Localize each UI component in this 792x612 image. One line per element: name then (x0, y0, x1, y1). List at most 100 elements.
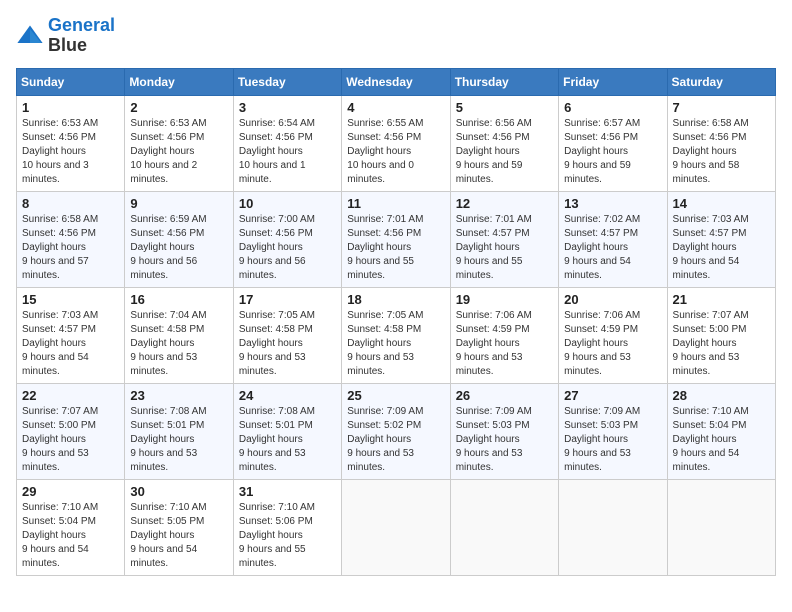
calendar-day-cell: 14 Sunrise: 7:03 AM Sunset: 4:57 PM Dayl… (667, 191, 775, 287)
day-info: Sunrise: 7:07 AM Sunset: 5:00 PM Dayligh… (22, 405, 119, 475)
day-number: 14 (673, 196, 770, 211)
day-info: Sunrise: 6:59 AM Sunset: 4:56 PM Dayligh… (130, 213, 227, 283)
day-info: Sunrise: 7:03 AM Sunset: 4:57 PM Dayligh… (22, 309, 119, 379)
day-number: 24 (239, 388, 336, 403)
calendar-day-cell: 12 Sunrise: 7:01 AM Sunset: 4:57 PM Dayl… (450, 191, 558, 287)
calendar-day-cell: 16 Sunrise: 7:04 AM Sunset: 4:58 PM Dayl… (125, 287, 233, 383)
calendar-day-cell (450, 479, 558, 575)
day-number: 12 (456, 196, 553, 211)
calendar-day-cell: 31 Sunrise: 7:10 AM Sunset: 5:06 PM Dayl… (233, 479, 341, 575)
day-number: 13 (564, 196, 661, 211)
day-info: Sunrise: 7:04 AM Sunset: 4:58 PM Dayligh… (130, 309, 227, 379)
calendar-day-cell: 19 Sunrise: 7:06 AM Sunset: 4:59 PM Dayl… (450, 287, 558, 383)
day-info: Sunrise: 7:05 AM Sunset: 4:58 PM Dayligh… (239, 309, 336, 379)
day-number: 18 (347, 292, 444, 307)
day-number: 1 (22, 100, 119, 115)
day-number: 20 (564, 292, 661, 307)
day-number: 23 (130, 388, 227, 403)
day-info: Sunrise: 7:09 AM Sunset: 5:03 PM Dayligh… (564, 405, 661, 475)
calendar-week-row: 8 Sunrise: 6:58 AM Sunset: 4:56 PM Dayli… (17, 191, 776, 287)
day-number: 25 (347, 388, 444, 403)
calendar-day-cell: 1 Sunrise: 6:53 AM Sunset: 4:56 PM Dayli… (17, 95, 125, 191)
calendar-day-cell: 30 Sunrise: 7:10 AM Sunset: 5:05 PM Dayl… (125, 479, 233, 575)
calendar-day-cell (559, 479, 667, 575)
weekday-header-cell: Tuesday (233, 68, 341, 95)
day-info: Sunrise: 6:57 AM Sunset: 4:56 PM Dayligh… (564, 117, 661, 187)
day-info: Sunrise: 6:54 AM Sunset: 4:56 PM Dayligh… (239, 117, 336, 187)
day-info: Sunrise: 6:55 AM Sunset: 4:56 PM Dayligh… (347, 117, 444, 187)
calendar-day-cell: 20 Sunrise: 7:06 AM Sunset: 4:59 PM Dayl… (559, 287, 667, 383)
day-info: Sunrise: 7:06 AM Sunset: 4:59 PM Dayligh… (564, 309, 661, 379)
day-info: Sunrise: 6:56 AM Sunset: 4:56 PM Dayligh… (456, 117, 553, 187)
weekday-header-cell: Saturday (667, 68, 775, 95)
day-info: Sunrise: 7:07 AM Sunset: 5:00 PM Dayligh… (673, 309, 770, 379)
calendar-day-cell: 6 Sunrise: 6:57 AM Sunset: 4:56 PM Dayli… (559, 95, 667, 191)
logo: General Blue (16, 16, 115, 56)
day-number: 3 (239, 100, 336, 115)
calendar-day-cell: 27 Sunrise: 7:09 AM Sunset: 5:03 PM Dayl… (559, 383, 667, 479)
day-info: Sunrise: 6:58 AM Sunset: 4:56 PM Dayligh… (673, 117, 770, 187)
weekday-header-cell: Friday (559, 68, 667, 95)
day-info: Sunrise: 7:10 AM Sunset: 5:06 PM Dayligh… (239, 501, 336, 571)
calendar-day-cell: 18 Sunrise: 7:05 AM Sunset: 4:58 PM Dayl… (342, 287, 450, 383)
calendar-body: 1 Sunrise: 6:53 AM Sunset: 4:56 PM Dayli… (17, 95, 776, 575)
day-number: 15 (22, 292, 119, 307)
calendar-day-cell: 17 Sunrise: 7:05 AM Sunset: 4:58 PM Dayl… (233, 287, 341, 383)
day-info: Sunrise: 7:10 AM Sunset: 5:04 PM Dayligh… (22, 501, 119, 571)
day-info: Sunrise: 7:10 AM Sunset: 5:05 PM Dayligh… (130, 501, 227, 571)
day-info: Sunrise: 7:00 AM Sunset: 4:56 PM Dayligh… (239, 213, 336, 283)
logo-icon (16, 22, 44, 50)
day-info: Sunrise: 7:08 AM Sunset: 5:01 PM Dayligh… (130, 405, 227, 475)
calendar-day-cell: 10 Sunrise: 7:00 AM Sunset: 4:56 PM Dayl… (233, 191, 341, 287)
calendar-day-cell: 26 Sunrise: 7:09 AM Sunset: 5:03 PM Dayl… (450, 383, 558, 479)
calendar-day-cell: 8 Sunrise: 6:58 AM Sunset: 4:56 PM Dayli… (17, 191, 125, 287)
day-info: Sunrise: 6:53 AM Sunset: 4:56 PM Dayligh… (130, 117, 227, 187)
day-number: 16 (130, 292, 227, 307)
calendar-week-row: 22 Sunrise: 7:07 AM Sunset: 5:00 PM Dayl… (17, 383, 776, 479)
calendar-week-row: 15 Sunrise: 7:03 AM Sunset: 4:57 PM Dayl… (17, 287, 776, 383)
day-info: Sunrise: 7:06 AM Sunset: 4:59 PM Dayligh… (456, 309, 553, 379)
calendar-day-cell: 15 Sunrise: 7:03 AM Sunset: 4:57 PM Dayl… (17, 287, 125, 383)
calendar-day-cell: 29 Sunrise: 7:10 AM Sunset: 5:04 PM Dayl… (17, 479, 125, 575)
day-number: 8 (22, 196, 119, 211)
day-info: Sunrise: 7:02 AM Sunset: 4:57 PM Dayligh… (564, 213, 661, 283)
day-number: 26 (456, 388, 553, 403)
calendar-day-cell: 11 Sunrise: 7:01 AM Sunset: 4:56 PM Dayl… (342, 191, 450, 287)
day-number: 22 (22, 388, 119, 403)
day-number: 31 (239, 484, 336, 499)
weekday-header-cell: Sunday (17, 68, 125, 95)
calendar-day-cell: 25 Sunrise: 7:09 AM Sunset: 5:02 PM Dayl… (342, 383, 450, 479)
day-number: 11 (347, 196, 444, 211)
calendar-day-cell: 24 Sunrise: 7:08 AM Sunset: 5:01 PM Dayl… (233, 383, 341, 479)
day-number: 29 (22, 484, 119, 499)
day-number: 28 (673, 388, 770, 403)
calendar-day-cell: 9 Sunrise: 6:59 AM Sunset: 4:56 PM Dayli… (125, 191, 233, 287)
day-number: 9 (130, 196, 227, 211)
day-info: Sunrise: 6:53 AM Sunset: 4:56 PM Dayligh… (22, 117, 119, 187)
day-info: Sunrise: 6:58 AM Sunset: 4:56 PM Dayligh… (22, 213, 119, 283)
day-number: 30 (130, 484, 227, 499)
day-number: 27 (564, 388, 661, 403)
calendar-day-cell: 13 Sunrise: 7:02 AM Sunset: 4:57 PM Dayl… (559, 191, 667, 287)
calendar-day-cell: 7 Sunrise: 6:58 AM Sunset: 4:56 PM Dayli… (667, 95, 775, 191)
day-info: Sunrise: 7:10 AM Sunset: 5:04 PM Dayligh… (673, 405, 770, 475)
day-number: 6 (564, 100, 661, 115)
day-number: 4 (347, 100, 444, 115)
day-info: Sunrise: 7:09 AM Sunset: 5:02 PM Dayligh… (347, 405, 444, 475)
calendar-day-cell (667, 479, 775, 575)
calendar-day-cell: 21 Sunrise: 7:07 AM Sunset: 5:00 PM Dayl… (667, 287, 775, 383)
calendar-day-cell (342, 479, 450, 575)
day-info: Sunrise: 7:03 AM Sunset: 4:57 PM Dayligh… (673, 213, 770, 283)
day-number: 19 (456, 292, 553, 307)
day-number: 7 (673, 100, 770, 115)
calendar-day-cell: 22 Sunrise: 7:07 AM Sunset: 5:00 PM Dayl… (17, 383, 125, 479)
calendar-week-row: 1 Sunrise: 6:53 AM Sunset: 4:56 PM Dayli… (17, 95, 776, 191)
day-info: Sunrise: 7:08 AM Sunset: 5:01 PM Dayligh… (239, 405, 336, 475)
weekday-header-cell: Wednesday (342, 68, 450, 95)
day-number: 5 (456, 100, 553, 115)
weekday-header-row: SundayMondayTuesdayWednesdayThursdayFrid… (17, 68, 776, 95)
weekday-header-cell: Monday (125, 68, 233, 95)
day-info: Sunrise: 7:01 AM Sunset: 4:56 PM Dayligh… (347, 213, 444, 283)
day-info: Sunrise: 7:05 AM Sunset: 4:58 PM Dayligh… (347, 309, 444, 379)
day-number: 2 (130, 100, 227, 115)
